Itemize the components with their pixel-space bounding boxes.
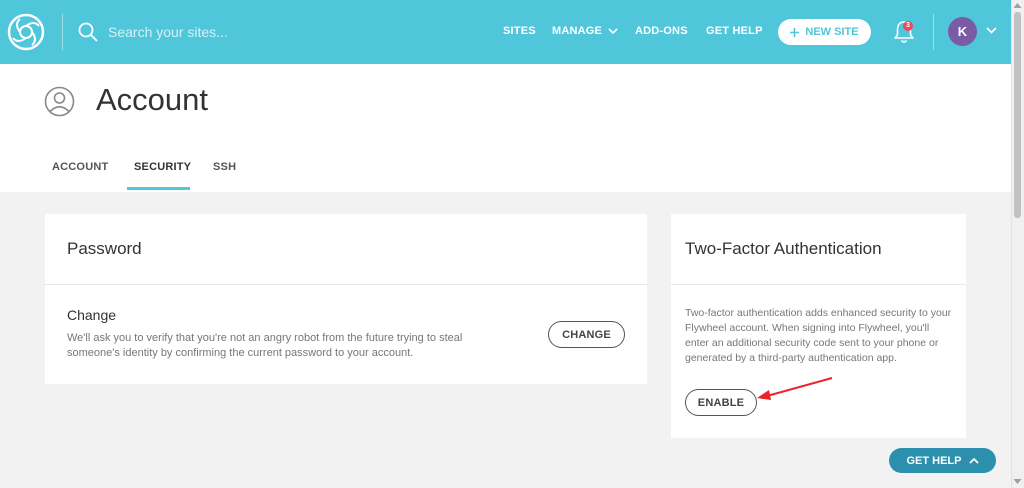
new-site-label: NEW SITE bbox=[805, 26, 859, 38]
nav-sites[interactable]: SITES bbox=[503, 25, 536, 37]
nav-add-ons[interactable]: ADD-ONS bbox=[635, 25, 688, 37]
new-site-button[interactable]: NEW SITE bbox=[778, 19, 871, 45]
scroll-down-arrow-icon[interactable] bbox=[1013, 478, 1022, 485]
two-factor-description: Two-factor authentication adds enhanced … bbox=[685, 307, 952, 364]
card-divider bbox=[45, 284, 647, 285]
top-navigation-bar: SITES MANAGE ADD-ONS GET HELP NEW SITE 3… bbox=[0, 0, 1011, 64]
password-card-title: Password bbox=[67, 239, 142, 258]
topbar-divider-right bbox=[933, 14, 934, 50]
search-icon[interactable] bbox=[78, 22, 98, 42]
scrollbar-thumb[interactable] bbox=[1014, 12, 1021, 218]
tab-ssh[interactable]: SSH bbox=[213, 161, 236, 173]
user-circle-icon bbox=[44, 86, 75, 117]
chevron-down-icon[interactable] bbox=[986, 27, 997, 34]
plus-icon bbox=[790, 27, 800, 37]
search-input[interactable] bbox=[108, 20, 368, 44]
change-password-title: Change bbox=[67, 307, 117, 323]
page-title: Account bbox=[96, 82, 209, 117]
change-password-description: We'll ask you to verify that you're not … bbox=[67, 332, 463, 359]
avatar[interactable]: K bbox=[948, 17, 977, 46]
chevron-up-icon bbox=[968, 457, 979, 464]
scroll-up-arrow-icon[interactable] bbox=[1013, 2, 1022, 9]
floating-get-help-button[interactable]: GET HELP bbox=[889, 448, 996, 473]
chevron-down-icon bbox=[608, 28, 618, 35]
active-tab-indicator bbox=[127, 187, 190, 190]
tab-security[interactable]: SECURITY bbox=[134, 161, 191, 173]
notification-badge: 3 bbox=[903, 21, 913, 31]
nav-manage-label: MANAGE bbox=[552, 25, 603, 37]
nav-get-help[interactable]: GET HELP bbox=[706, 25, 763, 37]
flywheel-logo-icon[interactable] bbox=[6, 12, 46, 52]
two-factor-card-title: Two-Factor Authentication bbox=[685, 239, 882, 258]
tab-account[interactable]: ACCOUNT bbox=[52, 161, 108, 173]
floating-get-help-label: GET HELP bbox=[906, 454, 962, 467]
card-divider bbox=[671, 284, 966, 285]
enable-two-factor-button[interactable]: ENABLE bbox=[685, 389, 757, 416]
nav-manage[interactable]: MANAGE bbox=[552, 25, 618, 37]
arrow-annotation-icon bbox=[757, 377, 833, 400]
change-password-button[interactable]: CHANGE bbox=[548, 321, 625, 348]
topbar-divider bbox=[62, 14, 63, 50]
